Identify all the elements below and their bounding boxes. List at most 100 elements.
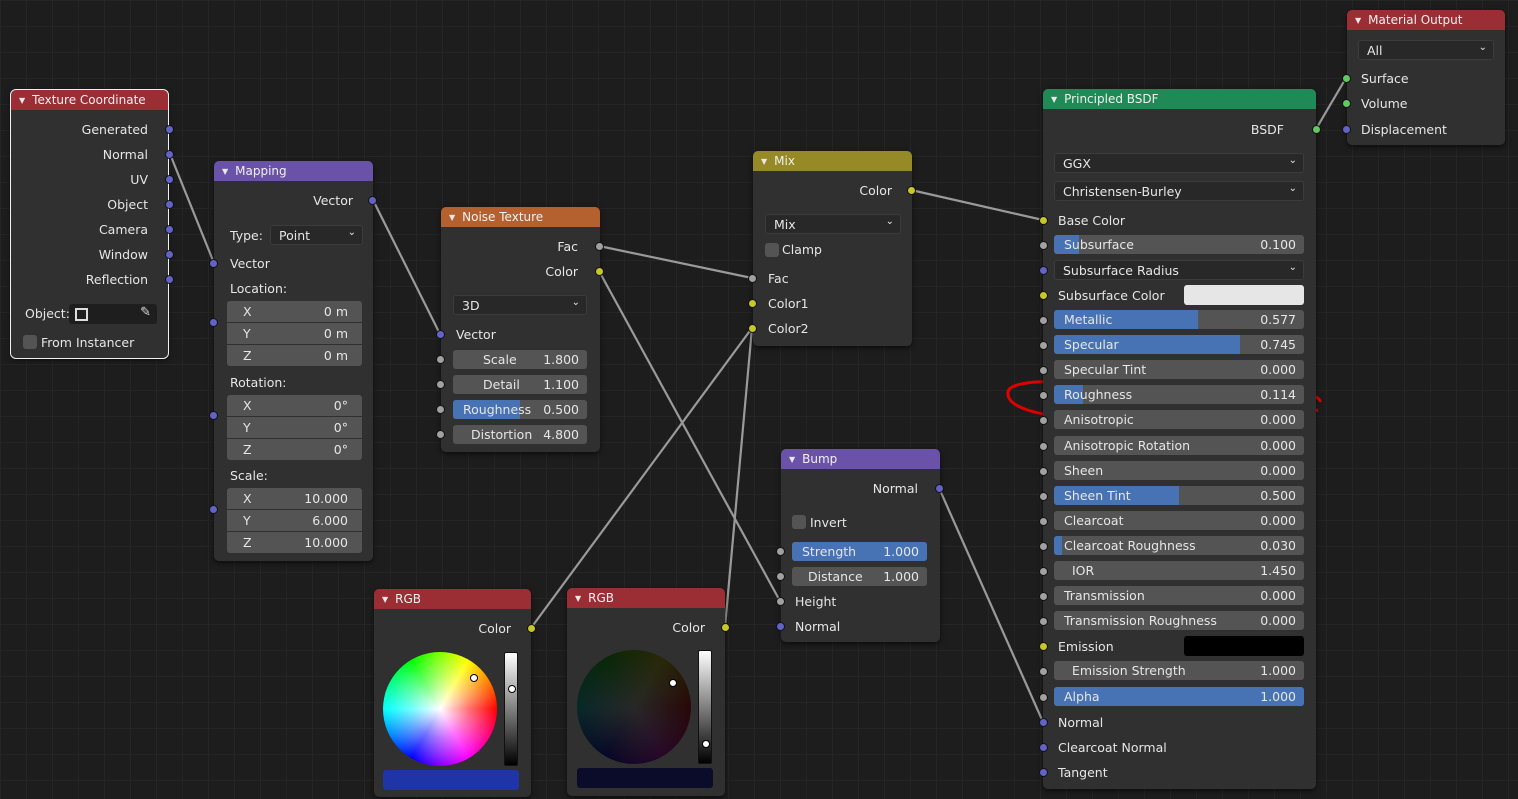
- socket-rgb1-out[interactable]: [527, 624, 536, 633]
- socket-clearcoat-roughness-in[interactable]: [1039, 542, 1048, 551]
- alpha-field[interactable]: Alpha 1.000: [1054, 687, 1304, 706]
- blend-mode-dropdown[interactable]: Mix ⌄: [765, 214, 901, 234]
- socket-noise-roughness-in[interactable]: [436, 405, 445, 414]
- bump-header[interactable]: ▼ Bump: [781, 449, 940, 469]
- subsurface-method-dropdown[interactable]: Christensen-Burley ⌄: [1054, 181, 1304, 201]
- color-wheel-cursor[interactable]: [470, 674, 478, 682]
- scale-y-field[interactable]: Y 6.000: [227, 510, 362, 531]
- socket-emission-strength-in[interactable]: [1039, 667, 1048, 676]
- distortion-field[interactable]: Distortion 4.800: [453, 425, 587, 444]
- socket-anisotropic-rotation-in[interactable]: [1039, 442, 1048, 451]
- value-slider-cursor[interactable]: [508, 685, 516, 693]
- rotation-x-field[interactable]: X 0°: [227, 395, 362, 416]
- roughness-field[interactable]: Roughness 0.500: [453, 400, 587, 419]
- socket-clearcoat-in[interactable]: [1039, 517, 1048, 526]
- socket-bsdf-out[interactable]: [1312, 125, 1321, 134]
- collapse-icon[interactable]: ▼: [575, 594, 581, 603]
- collapse-icon[interactable]: ▼: [19, 96, 25, 105]
- dimension-dropdown[interactable]: 3D ⌄: [453, 295, 587, 315]
- socket-metallic-in[interactable]: [1039, 316, 1048, 325]
- distribution-dropdown[interactable]: GGX ⌄: [1054, 153, 1304, 173]
- socket-rotation-in[interactable]: [209, 411, 218, 420]
- socket-normal[interactable]: [165, 150, 174, 159]
- socket-clearcoat-normal-in[interactable]: [1039, 743, 1048, 752]
- socket-normal-in[interactable]: [1039, 718, 1048, 727]
- socket-bump-strength-in[interactable]: [776, 547, 785, 556]
- socket-emission-in[interactable]: [1039, 642, 1048, 651]
- socket-noise-fac-out[interactable]: [595, 242, 604, 251]
- material-output-node[interactable]: ▼ Material Output All ⌄ Surface Volume Dis…: [1347, 10, 1505, 145]
- subsurface-radius-dropdown[interactable]: Subsurface Radius ⌄: [1054, 260, 1304, 280]
- rgb-node-1[interactable]: ▼ RGB Color: [374, 589, 531, 797]
- socket-volume-in[interactable]: [1342, 99, 1351, 108]
- collapse-icon[interactable]: ▼: [1355, 16, 1361, 25]
- socket-base-color-in[interactable]: [1039, 216, 1048, 225]
- metallic-field[interactable]: Metallic 0.577: [1054, 310, 1304, 329]
- socket-bump-normal-out[interactable]: [935, 484, 944, 493]
- location-y-field[interactable]: Y 0 m: [227, 323, 362, 344]
- socket-rgb2-out[interactable]: [721, 623, 730, 632]
- rotation-y-field[interactable]: Y 0°: [227, 417, 362, 438]
- mix-node[interactable]: ▼ Mix Color Mix ⌄ Clamp Fac Color1 Color2: [753, 151, 912, 346]
- sheen-field[interactable]: Sheen 0.000: [1054, 461, 1304, 480]
- socket-surface-in[interactable]: [1342, 74, 1351, 83]
- strength-field[interactable]: Strength 1.000: [792, 542, 927, 561]
- socket-mix-color2-in[interactable]: [748, 324, 757, 333]
- socket-mapping-vector-in[interactable]: [209, 259, 218, 268]
- socket-anisotropic-in[interactable]: [1039, 416, 1048, 425]
- texture-coordinate-node[interactable]: ▼ Texture Coordinate Generated Normal UV …: [10, 89, 169, 359]
- socket-specular-tint-in[interactable]: [1039, 366, 1048, 375]
- location-x-field[interactable]: X 0 m: [227, 301, 362, 322]
- rgb-header[interactable]: ▼ RGB: [374, 589, 531, 609]
- noise-texture-header[interactable]: ▼ Noise Texture: [441, 207, 600, 227]
- scale-x-field[interactable]: X 10.000: [227, 488, 362, 509]
- anisotropic-rotation-field[interactable]: Anisotropic Rotation 0.000: [1054, 436, 1304, 455]
- clearcoat-field[interactable]: Clearcoat 0.000: [1054, 511, 1304, 530]
- emission-strength-field[interactable]: Emission Strength 1.000: [1054, 661, 1304, 680]
- socket-noise-color-out[interactable]: [595, 267, 604, 276]
- principled-bsdf-node[interactable]: ▼ Principled BSDF BSDF GGX ⌄ Christensen-B…: [1043, 89, 1316, 789]
- location-z-field[interactable]: Z 0 m: [227, 345, 362, 366]
- socket-noise-vector-in[interactable]: [436, 330, 445, 339]
- emission-color-swatch[interactable]: [1184, 636, 1304, 656]
- socket-transmission-roughness-in[interactable]: [1039, 617, 1048, 626]
- specular-tint-field[interactable]: Specular Tint 0.000: [1054, 360, 1304, 379]
- invert-checkbox[interactable]: [792, 515, 806, 529]
- transmission-field[interactable]: Transmission 0.000: [1054, 586, 1304, 605]
- object-picker[interactable]: ✎: [69, 304, 157, 324]
- subsurface-color-swatch[interactable]: [1184, 285, 1304, 305]
- socket-noise-distortion-in[interactable]: [436, 430, 445, 439]
- socket-mix-color1-in[interactable]: [748, 299, 757, 308]
- socket-bump-distance-in[interactable]: [776, 572, 785, 581]
- value-slider[interactable]: [504, 652, 518, 766]
- socket-generated[interactable]: [165, 125, 174, 134]
- roughness-field[interactable]: Roughness 0.114: [1054, 385, 1304, 404]
- socket-roughness-in[interactable]: [1039, 391, 1048, 400]
- subsurface-field[interactable]: Subsurface 0.100: [1054, 235, 1304, 254]
- socket-subsurface-color-in[interactable]: [1039, 291, 1048, 300]
- rgb-header[interactable]: ▼ RGB: [567, 588, 725, 608]
- material-output-header[interactable]: ▼ Material Output: [1347, 10, 1505, 30]
- transmission-roughness-field[interactable]: Transmission Roughness 0.000: [1054, 611, 1304, 630]
- collapse-icon[interactable]: ▼: [761, 157, 767, 166]
- detail-field[interactable]: Detail 1.100: [453, 375, 587, 394]
- value-slider-cursor[interactable]: [702, 740, 710, 748]
- ior-field[interactable]: IOR 1.450: [1054, 561, 1304, 580]
- specular-field[interactable]: Specular 0.745: [1054, 335, 1304, 354]
- socket-location-in[interactable]: [209, 318, 218, 327]
- socket-object[interactable]: [165, 200, 174, 209]
- collapse-icon[interactable]: ▼: [1051, 95, 1057, 104]
- socket-subsurface-in[interactable]: [1039, 241, 1048, 250]
- collapse-icon[interactable]: ▼: [789, 455, 795, 464]
- mapping-header[interactable]: ▼ Mapping: [214, 161, 373, 181]
- socket-subsurface-radius-in[interactable]: [1039, 266, 1048, 275]
- color-swatch[interactable]: [577, 768, 713, 788]
- from-instancer-checkbox[interactable]: [23, 335, 37, 349]
- socket-mix-color-out[interactable]: [907, 186, 916, 195]
- socket-bump-normal-in[interactable]: [776, 622, 785, 631]
- socket-mapping-out[interactable]: [368, 196, 377, 205]
- color-wheel[interactable]: [577, 650, 691, 764]
- socket-noise-detail-in[interactable]: [436, 380, 445, 389]
- collapse-icon[interactable]: ▼: [222, 167, 228, 176]
- scale-z-field[interactable]: Z 10.000: [227, 532, 362, 553]
